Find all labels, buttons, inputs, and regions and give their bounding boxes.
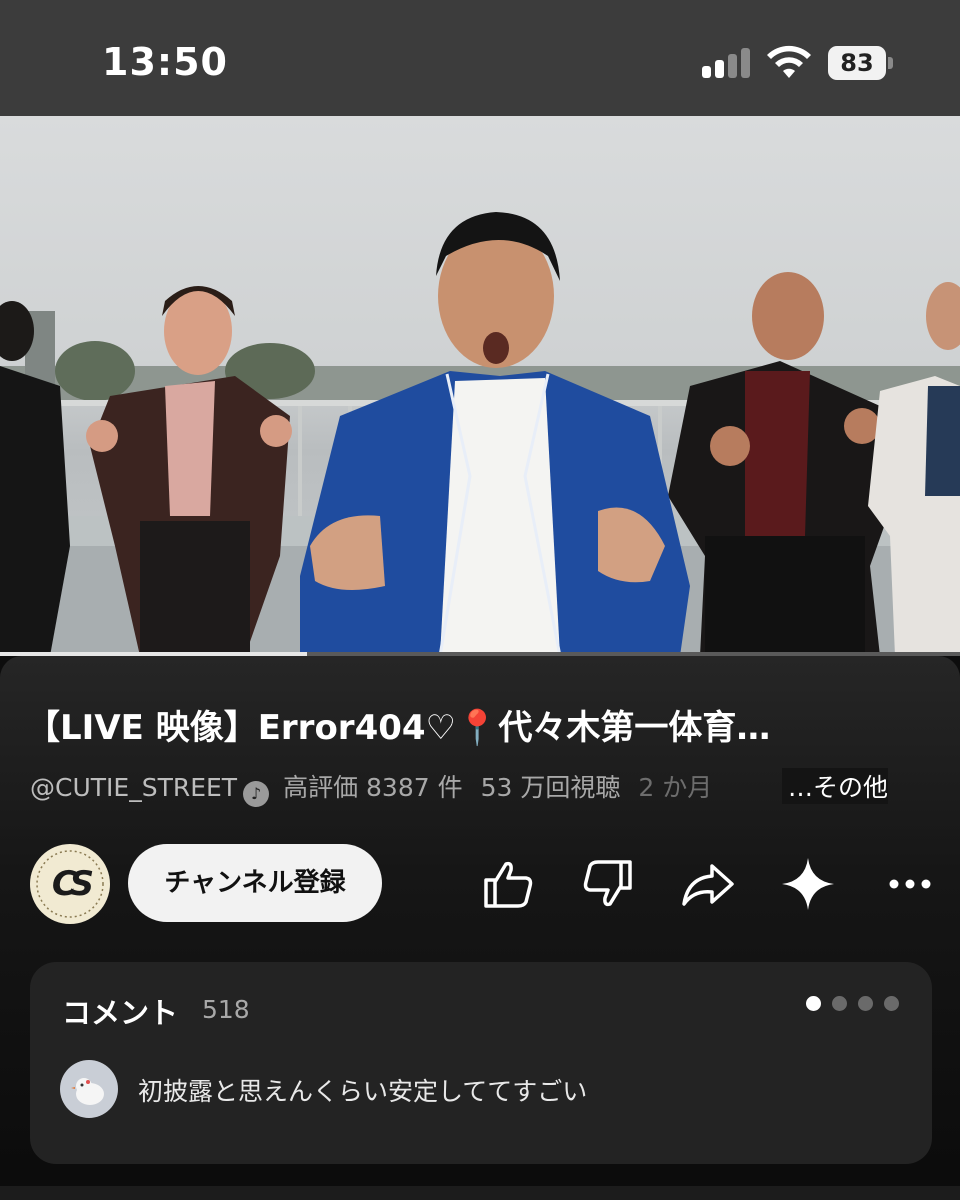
- wifi-icon: [767, 45, 811, 78]
- comment-text: 初披露と思えんくらい安定しててすごい: [138, 1077, 588, 1106]
- video-title[interactable]: 【LIVE 映像】Error404♡📍代々木第一体育…: [26, 700, 926, 749]
- battery-icon: 83: [828, 46, 893, 80]
- more-link[interactable]: …その他: [781, 768, 888, 804]
- comments-card[interactable]: コメント 518 初披露と思えんくらい安定しててすごい: [30, 962, 932, 1164]
- battery-level: 83: [828, 46, 886, 80]
- verified-icon: ♪: [243, 781, 270, 807]
- sparkle-icon[interactable]: [780, 856, 836, 912]
- commenter-avatar[interactable]: [60, 1060, 118, 1118]
- channel-avatar[interactable]: CS: [30, 844, 110, 924]
- channel-handle[interactable]: @CUTIE_STREET: [30, 773, 237, 802]
- bird-icon: [71, 1078, 104, 1105]
- video-player[interactable]: [0, 116, 960, 656]
- bottom-strip: [0, 1186, 960, 1200]
- cellular-signal-icon: [702, 48, 752, 78]
- video-meta[interactable]: @CUTIE_STREET ♪ 高評価 8387 件 53 万回視聴 2 か月 …その他: [30, 768, 930, 807]
- avatar-logo: CS: [51, 864, 94, 904]
- page-dot: [832, 996, 847, 1011]
- comments-label: コメント: [62, 996, 179, 1030]
- status-time: 13:50: [102, 40, 228, 84]
- share-icon[interactable]: [680, 856, 736, 912]
- view-count: 53 万回視聴: [480, 773, 621, 802]
- page-dot: [884, 996, 899, 1011]
- status-bar: 13:50 83: [0, 0, 960, 116]
- upload-age: 2 か月: [638, 773, 713, 802]
- page-dot: [858, 996, 873, 1011]
- like-count: 高評価 8387 件: [283, 773, 463, 802]
- more-icon[interactable]: [882, 856, 938, 912]
- subscribe-button[interactable]: チャンネル登録: [128, 844, 382, 922]
- dislike-icon[interactable]: [580, 856, 636, 912]
- video-frame: [0, 212, 960, 656]
- comments-page-dots: [806, 996, 902, 1012]
- page-dot: [806, 996, 821, 1011]
- comments-count: 518: [202, 995, 250, 1024]
- like-icon[interactable]: [480, 856, 536, 912]
